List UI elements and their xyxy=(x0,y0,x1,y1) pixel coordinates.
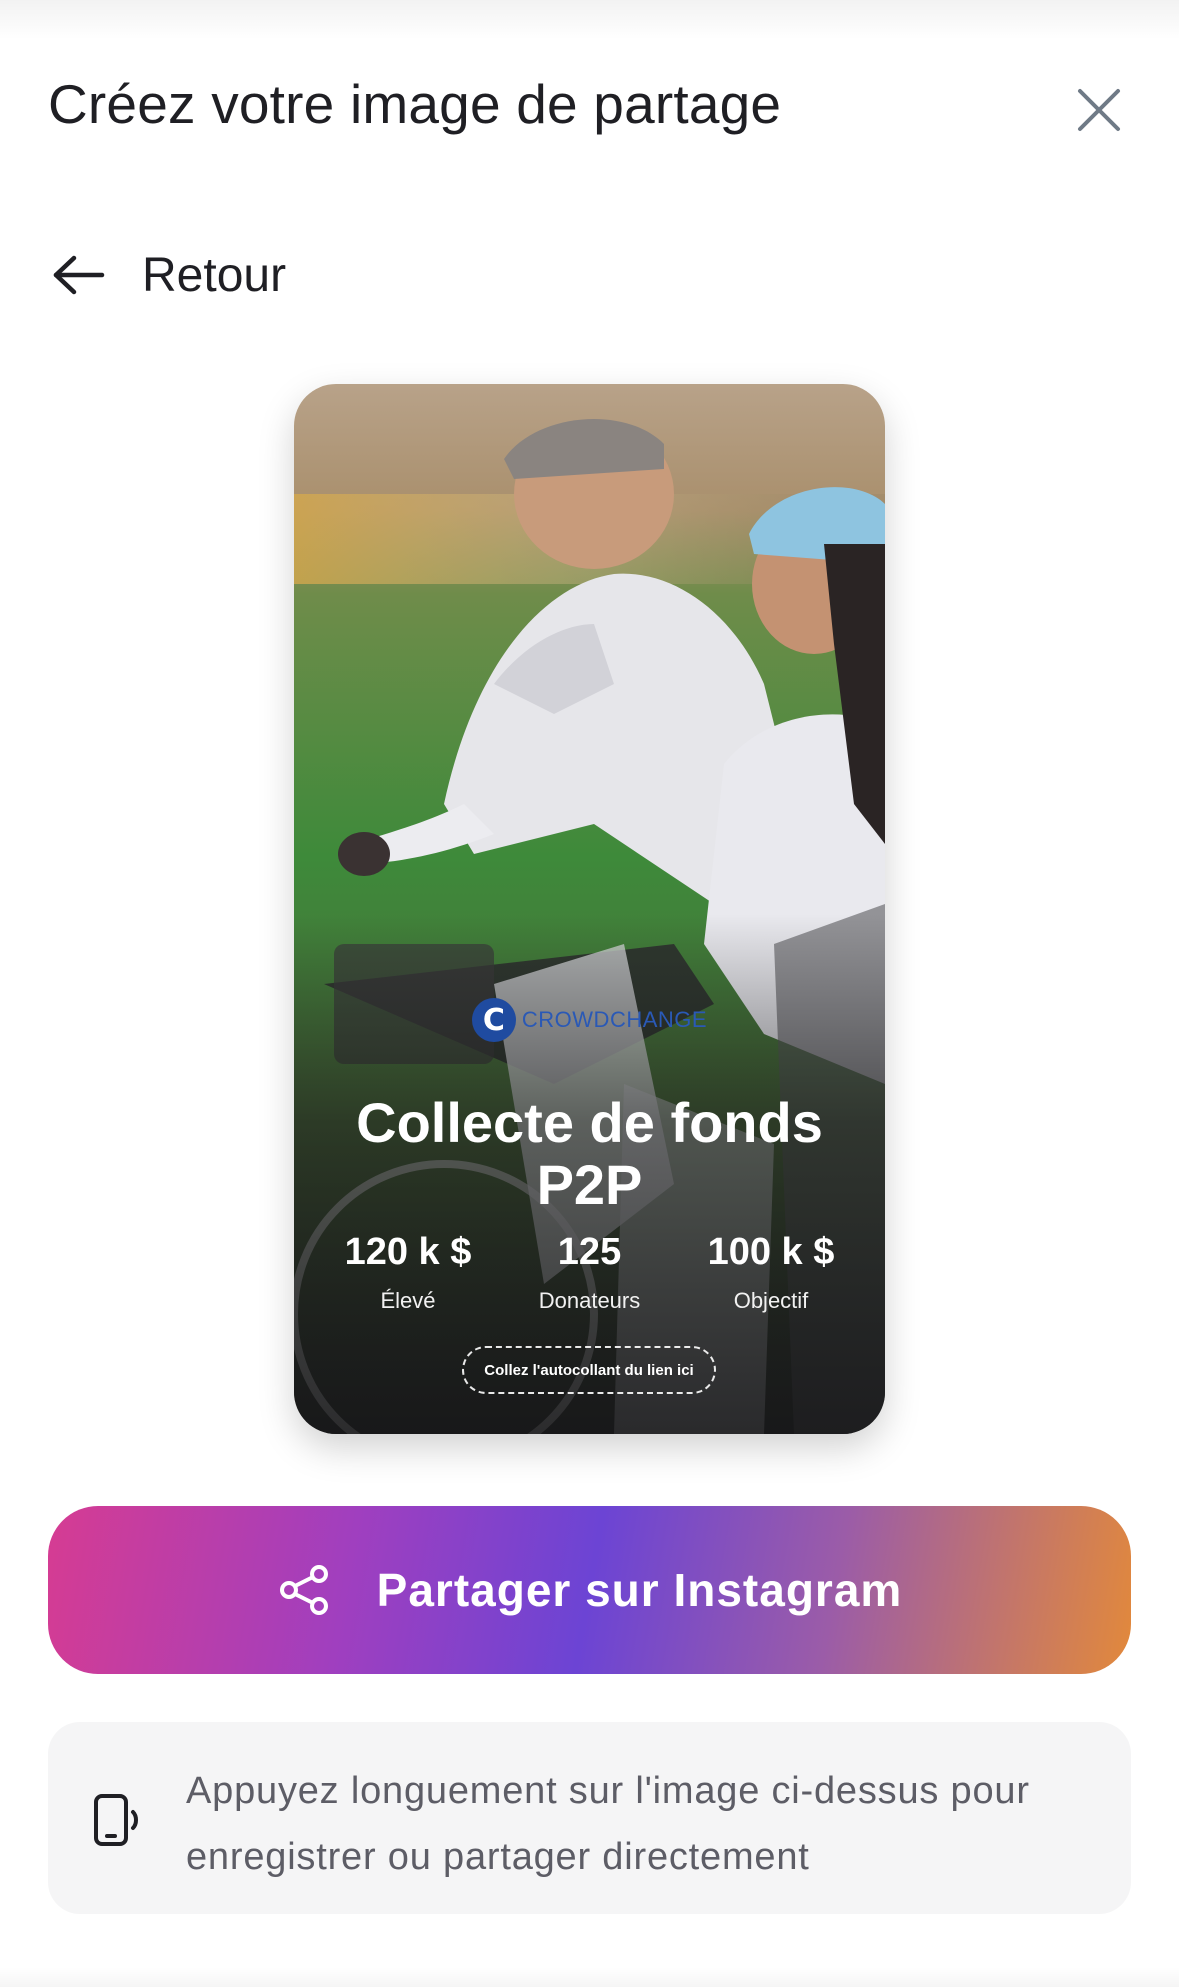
brand-logo-icon: C xyxy=(471,998,516,1042)
close-button[interactable] xyxy=(1067,78,1131,142)
top-edge-shadow xyxy=(0,0,1179,40)
stat-value: 125 xyxy=(557,1231,622,1273)
stat-label: Donateurs xyxy=(538,1288,641,1313)
stat-label: Élevé xyxy=(380,1288,436,1313)
back-label: Retour xyxy=(142,248,287,302)
bottom-edge-shadow xyxy=(0,1967,1179,1987)
stat-raised: 120 k $ Élevé xyxy=(318,1230,498,1314)
stat-goal: 100 k $ Objectif xyxy=(681,1230,861,1314)
campaign-stats: 120 k $ Élevé 125 Donateurs 100 k $ Obje… xyxy=(318,1230,861,1314)
share-icon xyxy=(279,1565,328,1615)
back-button[interactable]: Retour xyxy=(52,240,286,310)
stat-label: Objectif xyxy=(733,1288,809,1313)
stat-value: 100 k $ xyxy=(707,1231,835,1273)
save-tip-box: Appuyez longuement sur l'image ci-dessus… xyxy=(48,1722,1131,1914)
modal-title: Créez votre image de partage xyxy=(48,73,782,135)
modal-header: Créez votre image de partage xyxy=(48,62,1131,158)
stat-donors: 125 Donateurs xyxy=(500,1230,680,1314)
stat-value: 120 k $ xyxy=(344,1231,472,1273)
brand-name: CROWDCHANGE xyxy=(521,1007,708,1032)
close-icon xyxy=(1078,89,1120,131)
share-instagram-button[interactable]: Partager sur Instagram xyxy=(48,1506,1131,1674)
arrow-left-icon xyxy=(53,255,105,295)
brand-logo: C CROWDCHANGE xyxy=(294,998,885,1042)
link-sticker-placeholder: Collez l'autocollant du lien ici xyxy=(462,1346,716,1394)
campaign-title: Collecte de fonds P2P xyxy=(356,1091,823,1216)
save-tip-text: Appuyez longuement sur l'image ci-dessus… xyxy=(186,1770,1030,1878)
share-instagram-label: Partager sur Instagram xyxy=(376,1564,903,1616)
phone-icon xyxy=(94,1794,138,1846)
story-image-preview[interactable]: C CROWDCHANGE Collecte de fonds P2P 120 … xyxy=(294,384,885,1434)
